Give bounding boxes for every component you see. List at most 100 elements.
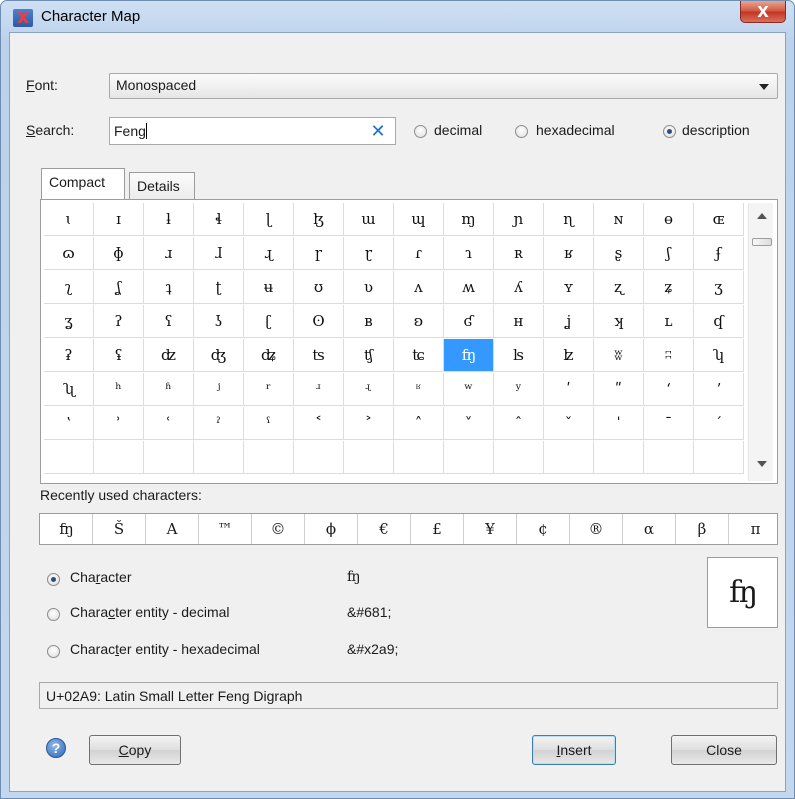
- grid-cell[interactable]: ʛ: [444, 305, 494, 338]
- grid-cell[interactable]: ʳ: [244, 373, 294, 406]
- grid-cell[interactable]: ʴ: [294, 373, 344, 406]
- recent-character[interactable]: ®: [570, 514, 623, 544]
- recent-character[interactable]: π: [729, 514, 782, 544]
- grid-cell[interactable]: ƚ: [144, 203, 194, 236]
- grid-cell[interactable]: ʪ: [494, 339, 544, 372]
- grid-cell[interactable]: ʕ: [144, 305, 194, 338]
- grid-cell[interactable]: ʈ: [194, 271, 244, 304]
- grid-cell[interactable]: ɸ: [94, 237, 144, 270]
- recent-character[interactable]: ϕ: [305, 514, 358, 544]
- radio-character[interactable]: [47, 573, 60, 586]
- grid-cell[interactable]: ˃: [344, 407, 394, 440]
- recent-character[interactable]: ™: [199, 514, 252, 544]
- grid-cell[interactable]: ɻ: [244, 237, 294, 270]
- grid-cell[interactable]: ʦ: [294, 339, 344, 372]
- recent-character[interactable]: A: [146, 514, 199, 544]
- help-icon[interactable]: ?: [46, 738, 66, 758]
- radio-entity-decimal-label[interactable]: Character entity - decimal: [70, 604, 230, 620]
- grid-cell[interactable]: ɮ: [294, 203, 344, 236]
- grid-cell[interactable]: ʷ: [444, 373, 494, 406]
- grid-cell[interactable]: ʭ: [644, 339, 694, 372]
- grid-cell[interactable]: ʟ: [644, 305, 694, 338]
- copy-button[interactable]: Copy: [89, 735, 181, 765]
- scrollbar-thumb[interactable]: [752, 238, 772, 246]
- grid-cell[interactable]: ʢ: [94, 339, 144, 372]
- grid-cell[interactable]: ʏ: [544, 271, 594, 304]
- grid-cell[interactable]: ɱ: [444, 203, 494, 236]
- clear-search-icon[interactable]: ✕: [365, 117, 391, 145]
- grid-cell[interactable]: [144, 441, 194, 474]
- search-input[interactable]: Feng: [109, 117, 396, 145]
- grid-cell[interactable]: [394, 441, 444, 474]
- grid-cell[interactable]: ʐ: [594, 271, 644, 304]
- radio-description-label[interactable]: description: [682, 122, 750, 138]
- grid-cell[interactable]: ʤ: [194, 339, 244, 372]
- grid-cell[interactable]: ʼ: [694, 373, 744, 406]
- grid-cell[interactable]: ʬ: [594, 339, 644, 372]
- grid-cell[interactable]: ʎ: [494, 271, 544, 304]
- insert-button[interactable]: Insert: [532, 735, 616, 765]
- grid-cell[interactable]: [694, 441, 744, 474]
- font-dropdown[interactable]: Monospaced: [109, 73, 778, 99]
- grid-cell[interactable]: ɼ: [294, 237, 344, 270]
- grid-cell[interactable]: ʌ: [394, 271, 444, 304]
- close-button[interactable]: Close: [671, 735, 777, 765]
- recent-character[interactable]: £: [411, 514, 464, 544]
- grid-cell[interactable]: ʡ: [44, 339, 94, 372]
- grid-cell[interactable]: ʧ: [344, 339, 394, 372]
- scroll-up-arrow-icon[interactable]: [757, 213, 767, 219]
- character-grid[interactable]: ɩɪƚɬɭɮɯɰɱɲɳɴɵɶ ɷɸɹɺɻɼɽɾɿʀʁʂʃʄ ʅʆʇʈʉʊʋʌʍʎʏʐ…: [44, 203, 746, 481]
- radio-decimal[interactable]: [414, 125, 427, 138]
- grid-cell[interactable]: ˊ: [694, 407, 744, 440]
- grid-cell[interactable]: ʸ: [494, 373, 544, 406]
- grid-cell[interactable]: ɲ: [494, 203, 544, 236]
- window-close-button[interactable]: X: [740, 1, 786, 23]
- radio-entity-hexadecimal-label[interactable]: Character entity - hexadecimal: [70, 641, 260, 657]
- grid-cell[interactable]: ʚ: [394, 305, 444, 338]
- radio-entity-hexadecimal[interactable]: [47, 645, 60, 658]
- grid-cell[interactable]: ɾ: [394, 237, 444, 270]
- recent-character[interactable]: α: [623, 514, 676, 544]
- grid-cell[interactable]: ʖ: [194, 305, 244, 338]
- grid-cell[interactable]: ʫ: [544, 339, 594, 372]
- grid-cell[interactable]: ʒ: [694, 271, 744, 304]
- recent-character[interactable]: ¢: [517, 514, 570, 544]
- grid-cell[interactable]: ʺ: [594, 373, 644, 406]
- grid-cell[interactable]: ʶ: [394, 373, 444, 406]
- grid-cell[interactable]: ʃ: [644, 237, 694, 270]
- grid-cell[interactable]: ˇ: [544, 407, 594, 440]
- grid-cell[interactable]: ʂ: [594, 237, 644, 270]
- grid-cell[interactable]: ʾ: [94, 407, 144, 440]
- grid-cell[interactable]: ʄ: [694, 237, 744, 270]
- grid-cell[interactable]: ʉ: [244, 271, 294, 304]
- grid-cell[interactable]: [94, 441, 144, 474]
- grid-cell[interactable]: ɴ: [594, 203, 644, 236]
- recent-character[interactable]: ¥: [464, 514, 517, 544]
- grid-cell[interactable]: ˄: [394, 407, 444, 440]
- grid-scrollbar[interactable]: [748, 203, 773, 481]
- tab-details[interactable]: Details: [129, 172, 195, 199]
- grid-cell[interactable]: ʁ: [544, 237, 594, 270]
- grid-cell[interactable]: ɶ: [694, 203, 744, 236]
- recent-character[interactable]: β: [676, 514, 729, 544]
- grid-cell[interactable]: ˂: [294, 407, 344, 440]
- grid-cell[interactable]: [244, 441, 294, 474]
- grid-cell[interactable]: ʹ: [544, 373, 594, 406]
- grid-cell[interactable]: [544, 441, 594, 474]
- grid-cell[interactable]: ʋ: [344, 271, 394, 304]
- grid-cell[interactable]: ʱ: [144, 373, 194, 406]
- grid-cell[interactable]: ʞ: [594, 305, 644, 338]
- grid-cell[interactable]: ʍ: [444, 271, 494, 304]
- grid-cell[interactable]: ʊ: [294, 271, 344, 304]
- grid-cell[interactable]: ɬ: [194, 203, 244, 236]
- grid-cell[interactable]: ɺ: [194, 237, 244, 270]
- grid-cell[interactable]: ɹ: [144, 237, 194, 270]
- grid-cell[interactable]: ʽ: [44, 407, 94, 440]
- grid-cell[interactable]: ɿ: [444, 237, 494, 270]
- recent-character[interactable]: €: [358, 514, 411, 544]
- grid-cell[interactable]: ʓ: [44, 305, 94, 338]
- scroll-down-arrow-icon[interactable]: [757, 461, 767, 467]
- grid-cell[interactable]: [594, 441, 644, 474]
- grid-cell[interactable]: ʨ: [394, 339, 444, 372]
- radio-hexadecimal-label[interactable]: hexadecimal: [536, 122, 615, 138]
